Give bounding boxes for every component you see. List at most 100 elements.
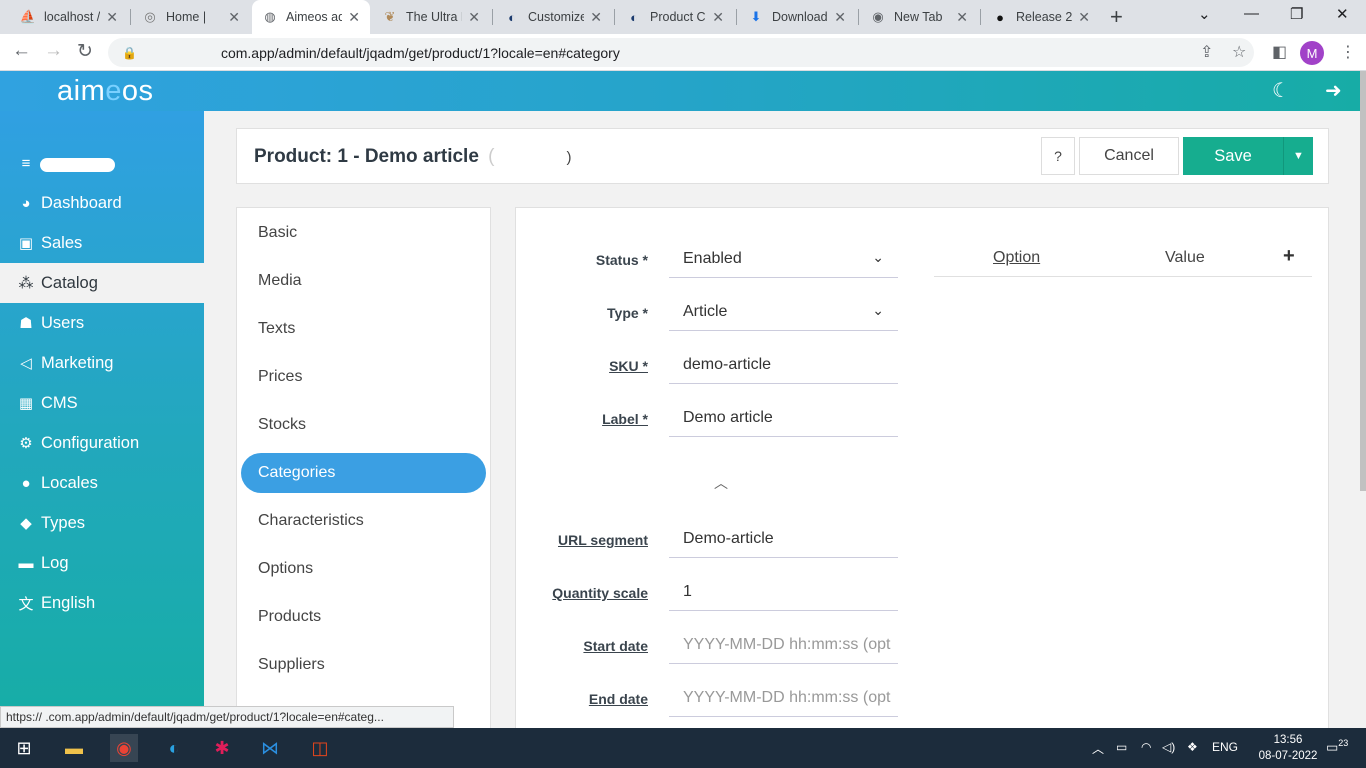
- sidebar-item-marketing[interactable]: ◁ Marketing: [0, 343, 204, 383]
- browser-tab[interactable]: ◉ New Tab ✕: [860, 0, 978, 34]
- close-icon[interactable]: ✕: [348, 9, 360, 26]
- sidebar-item-label: Catalog: [41, 273, 98, 292]
- back-icon[interactable]: ←: [12, 40, 31, 62]
- sidebar-item-locales[interactable]: ● Locales: [0, 463, 204, 503]
- page-scrollbar[interactable]: [1360, 71, 1366, 728]
- tab-search-icon[interactable]: ⌄: [1198, 5, 1211, 23]
- label-input[interactable]: Demo article: [669, 399, 898, 437]
- volume-icon[interactable]: ◁): [1162, 740, 1175, 754]
- file-explorer-icon[interactable]: ▬: [60, 734, 88, 762]
- chevron-up-icon[interactable]: ︿: [714, 473, 728, 493]
- save-button[interactable]: Save: [1183, 137, 1283, 175]
- browser-tab[interactable]: ◎ Home | ✕: [132, 0, 250, 34]
- close-icon[interactable]: ✕: [228, 9, 240, 26]
- close-icon[interactable]: ✕: [590, 9, 602, 26]
- tag-icon: ◆: [20, 515, 32, 532]
- link-status-bar: https:// .com.app/admin/default/jqadm/ge…: [0, 706, 454, 728]
- sidebar-item-dashboard[interactable]: ◕ Dashboard: [0, 183, 204, 223]
- close-icon[interactable]: ✕: [1078, 9, 1090, 26]
- sidebar-item-label: Log: [41, 553, 69, 572]
- scrollbar-thumb[interactable]: [1360, 71, 1366, 491]
- sku-input[interactable]: demo-article: [669, 346, 898, 384]
- close-icon[interactable]: ✕: [106, 9, 118, 26]
- url-field[interactable]: 🔒 com.app/admin/default/jqadm/get/produc…: [108, 38, 1254, 67]
- browser-tab-active[interactable]: ◍ Aimeos ad ✕: [252, 0, 370, 34]
- nav-item-categories[interactable]: Categories: [241, 453, 486, 493]
- log-icon: ▬: [18, 554, 34, 572]
- nav-item-options[interactable]: Options: [241, 549, 486, 589]
- nav-item-basic[interactable]: Basic: [241, 213, 486, 253]
- save-options-dropdown[interactable]: ▼: [1283, 137, 1313, 175]
- sidebar-item-types[interactable]: ◆ Types: [0, 503, 204, 543]
- share-icon[interactable]: ⇪: [1200, 42, 1213, 62]
- wifi-icon[interactable]: ◠: [1141, 740, 1151, 754]
- browser-tab[interactable]: ◐ Customize ✕: [494, 0, 612, 34]
- blog-icon: ◐: [630, 9, 638, 25]
- type-select[interactable]: Article ⌄: [669, 293, 898, 331]
- vscode-icon[interactable]: ⋈: [256, 734, 284, 762]
- sidebar-item-sales[interactable]: ▣ Sales: [0, 223, 204, 263]
- cancel-button[interactable]: Cancel: [1079, 137, 1179, 175]
- sidebar-item-log[interactable]: ▬ Log: [0, 543, 204, 583]
- language-indicator[interactable]: ENG: [1212, 740, 1238, 754]
- system-clock[interactable]: 13:56 08-07-2022: [1258, 732, 1318, 764]
- browser-tab[interactable]: ◐ Product CS ✕: [616, 0, 734, 34]
- chrome-icon[interactable]: ◉: [110, 734, 138, 762]
- close-icon[interactable]: ✕: [468, 9, 480, 26]
- sidebar-item-english[interactable]: 文 English: [0, 583, 204, 623]
- nav-item-prices[interactable]: Prices: [241, 357, 486, 397]
- reload-icon[interactable]: ↻: [77, 40, 93, 63]
- windows-start-icon[interactable]: ⊞: [10, 734, 38, 762]
- minimize-icon[interactable]: —: [1244, 5, 1259, 22]
- help-button[interactable]: ?: [1041, 137, 1075, 175]
- sidebar-item-users[interactable]: ☗ Users: [0, 303, 204, 343]
- nav-item-media[interactable]: Media: [241, 261, 486, 301]
- url-segment-row: URL segment Demo-article: [516, 520, 900, 558]
- logout-icon[interactable]: ➜: [1325, 78, 1342, 103]
- status-label: Status *: [595, 252, 648, 268]
- dropbox-icon[interactable]: ❖: [1187, 740, 1198, 754]
- nav-item-suppliers[interactable]: Suppliers: [241, 645, 486, 685]
- moon-icon[interactable]: ☾: [1272, 78, 1290, 103]
- quantity-scale-input[interactable]: 1: [669, 573, 898, 611]
- close-icon[interactable]: ✕: [712, 9, 724, 26]
- nav-item-texts[interactable]: Texts: [241, 309, 486, 349]
- slack-icon[interactable]: ✱: [208, 734, 236, 762]
- profile-avatar[interactable]: M: [1300, 41, 1324, 65]
- edge-icon[interactable]: ◐: [160, 734, 188, 762]
- browser-tab[interactable]: ● Release 20 ✕: [982, 0, 1100, 34]
- tab-title: Release 20: [1016, 10, 1073, 24]
- side-panel-icon[interactable]: ◧: [1272, 42, 1287, 62]
- star-icon[interactable]: ☆: [1232, 42, 1246, 62]
- sidebar-item-cms[interactable]: ▦ CMS: [0, 383, 204, 423]
- new-tab-button[interactable]: +: [1110, 4, 1123, 30]
- chevron-down-icon: ⌄: [872, 302, 884, 318]
- add-option-button[interactable]: +: [1283, 245, 1295, 268]
- nav-item-products[interactable]: Products: [241, 597, 486, 637]
- menu-icon[interactable]: ⋮: [1340, 42, 1356, 62]
- nav-item-characteristics[interactable]: Characteristics: [241, 501, 486, 541]
- tray-expand-icon[interactable]: ︿: [1092, 740, 1104, 757]
- forward-icon[interactable]: →: [44, 40, 63, 62]
- battery-icon[interactable]: ▭: [1116, 740, 1127, 754]
- start-date-input[interactable]: YYYY-MM-DD hh:mm:ss (opt: [669, 626, 898, 664]
- end-date-input[interactable]: YYYY-MM-DD hh:mm:ss (opt: [669, 679, 898, 717]
- browser-tab[interactable]: ⛵ localhost / ✕: [10, 0, 128, 34]
- download-icon: ⬇: [750, 9, 762, 24]
- close-icon[interactable]: ✕: [834, 9, 846, 26]
- url-segment-input[interactable]: Demo-article: [669, 520, 898, 558]
- end-date-row: End date YYYY-MM-DD hh:mm:ss (opt: [516, 679, 900, 717]
- option-column-header[interactable]: Option: [993, 249, 1040, 267]
- close-icon[interactable]: ✕: [956, 9, 968, 26]
- browser-tab[interactable]: ⬇ Download ✕: [738, 0, 856, 34]
- restore-icon[interactable]: ❐: [1290, 5, 1303, 23]
- status-select[interactable]: Enabled ⌄: [669, 240, 898, 278]
- nav-item-stocks[interactable]: Stocks: [241, 405, 486, 445]
- sidebar-item-configuration[interactable]: ⚙ Configuration: [0, 423, 204, 463]
- sidebar-item-catalog[interactable]: ⁂ Catalog: [0, 263, 204, 303]
- aimeos-logo[interactable]: aimeos: [57, 75, 154, 108]
- close-window-icon[interactable]: ✕: [1336, 5, 1349, 23]
- notifications-icon[interactable]: ▭23: [1326, 738, 1348, 755]
- office-icon[interactable]: ◫: [306, 734, 334, 762]
- browser-tab[interactable]: ❦ The Ultra F ✕: [372, 0, 490, 34]
